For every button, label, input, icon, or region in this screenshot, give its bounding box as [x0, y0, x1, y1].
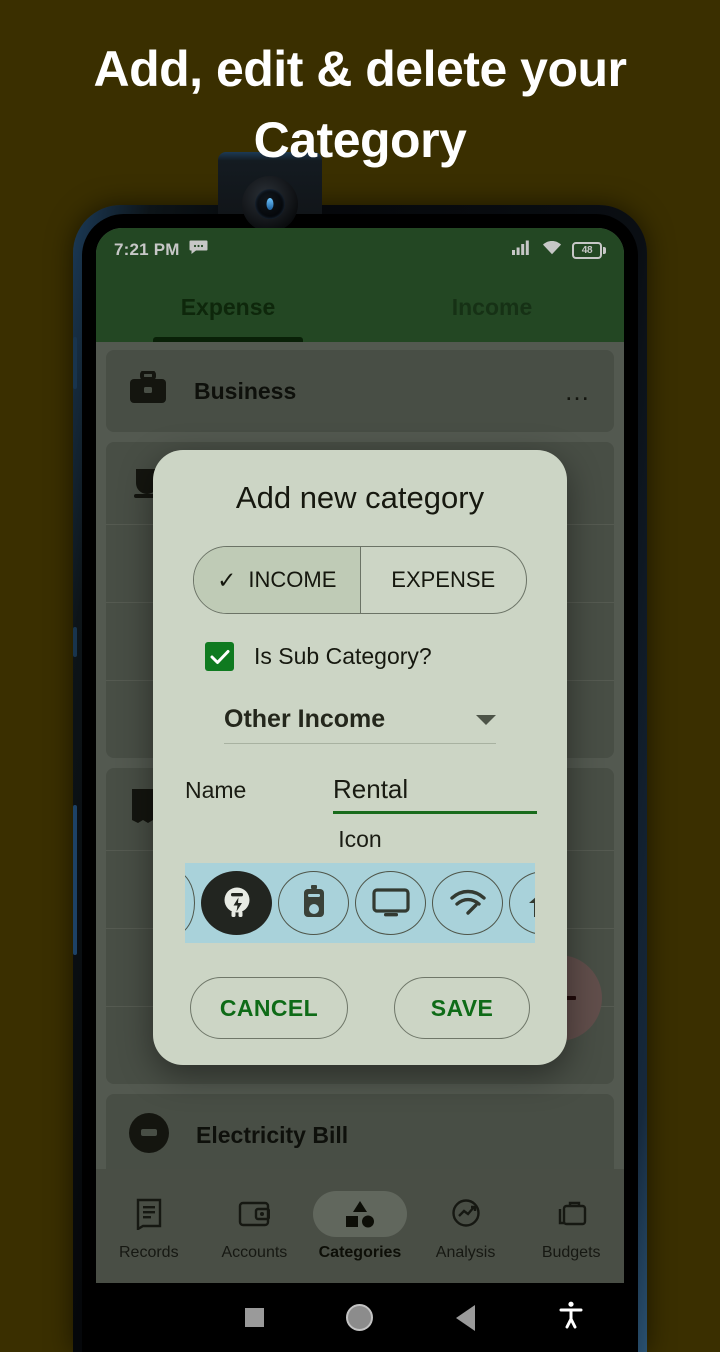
- name-label: Name: [185, 777, 247, 803]
- save-button[interactable]: SAVE: [394, 977, 530, 1039]
- add-category-dialog: Add new category ✓ INCOME EXPENSE Is Sub…: [153, 450, 567, 1065]
- segment-expense[interactable]: EXPENSE: [359, 547, 527, 613]
- segment-income-label: INCOME: [248, 567, 337, 592]
- accessibility-icon: [559, 1301, 583, 1334]
- gas-cylinder-icon[interactable]: [278, 871, 349, 935]
- name-input-value: Rental: [333, 774, 409, 804]
- partial-left-icon[interactable]: [185, 871, 195, 935]
- sub-category-label: Is Sub Category?: [254, 643, 432, 669]
- promo-headline-line1: Add, edit & delete your: [93, 41, 627, 97]
- promo-headline: Add, edit & delete your Category: [0, 34, 720, 176]
- home-button[interactable]: [307, 1304, 413, 1331]
- recents-button[interactable]: [202, 1308, 308, 1327]
- segment-income[interactable]: ✓ INCOME: [194, 547, 360, 613]
- camera-lens: [242, 176, 298, 232]
- segment-expense-label: EXPENSE: [391, 567, 496, 592]
- icon-picker-label: Icon: [338, 826, 382, 852]
- square-recents-icon: [244, 1308, 264, 1327]
- camera-lens-glint: [266, 198, 274, 210]
- dialog-title: Add new category: [235, 480, 485, 515]
- phone-screen: 7:21 PM 48 Expense Income Business … Ele…: [96, 228, 624, 1283]
- accessibility-button[interactable]: [518, 1301, 624, 1334]
- promo-headline-line2: Category: [253, 112, 467, 168]
- check-icon: ✓: [217, 566, 237, 593]
- popup-camera-module: [218, 152, 322, 232]
- phone-side-button-volume-down: [73, 627, 77, 657]
- icon-picker-strip[interactable]: [185, 863, 535, 943]
- parent-category-dropdown[interactable]: Other Income: [224, 705, 496, 744]
- type-segmented-control: ✓ INCOME EXPENSE: [193, 546, 527, 614]
- house-icon[interactable]: [509, 871, 535, 935]
- electric-bulb-icon[interactable]: [201, 871, 272, 935]
- android-navigation-bar: [96, 1283, 624, 1352]
- camera-lens-inner: [255, 189, 285, 219]
- sub-category-checkbox[interactable]: [205, 642, 234, 671]
- dialog-actions: CANCEL SAVE: [153, 977, 567, 1039]
- name-row: Name Rental: [153, 774, 567, 814]
- name-input[interactable]: Rental: [333, 774, 537, 814]
- phone-side-button-power: [73, 805, 77, 955]
- back-button[interactable]: [413, 1304, 519, 1331]
- parent-category-value: Other Income: [224, 705, 386, 733]
- television-icon[interactable]: [355, 871, 426, 935]
- circle-home-icon: [346, 1304, 374, 1331]
- wifi-speed-icon[interactable]: [432, 871, 503, 935]
- sub-category-row[interactable]: Is Sub Category?: [153, 642, 567, 671]
- chevron-down-icon: [476, 714, 496, 725]
- phone-side-button-volume-up: [73, 337, 77, 389]
- cancel-button[interactable]: CANCEL: [190, 977, 348, 1039]
- triangle-back-icon: [456, 1304, 476, 1331]
